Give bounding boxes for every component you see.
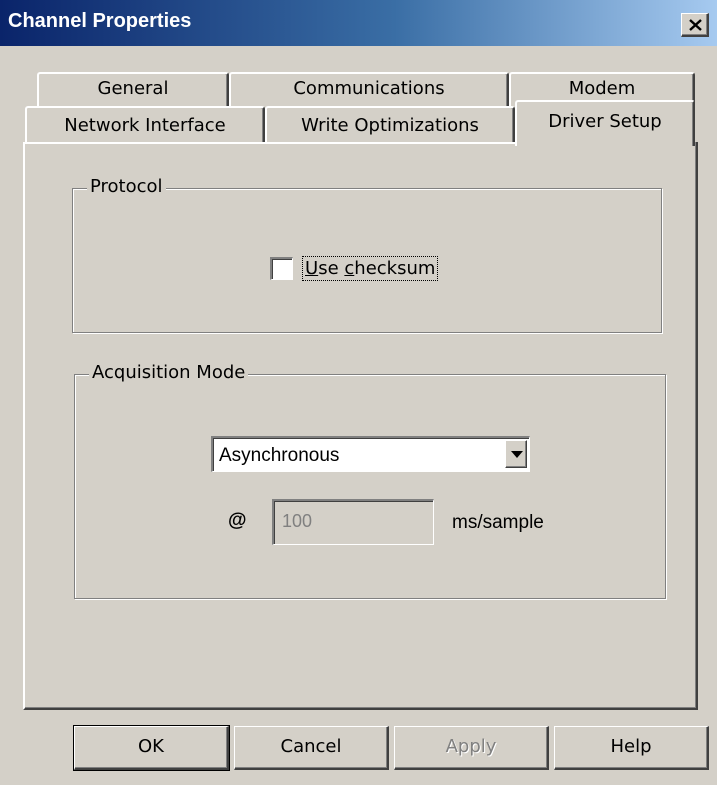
apply-button[interactable]: Apply [394, 726, 549, 770]
sample-rate-value: 100 [282, 511, 313, 531]
title-bar: Channel Properties [0, 0, 717, 46]
tab-label: Modem [568, 78, 636, 99]
help-button-label: Help [610, 736, 652, 757]
window-title: Channel Properties [8, 10, 192, 32]
acquisition-mode-group-label: Acquisition Mode [89, 362, 249, 383]
sample-rate-input[interactable]: 100 [272, 499, 434, 545]
tab-label: Driver Setup [548, 111, 662, 132]
tab-driver-setup[interactable]: Driver Setup [515, 100, 695, 146]
chevron-down-icon [511, 451, 523, 458]
use-checksum-checkbox[interactable] [270, 257, 293, 280]
tab-write-optimizations[interactable]: Write Optimizations [265, 106, 515, 144]
acquisition-mode-group: Acquisition Mode [74, 362, 666, 599]
acquisition-mode-value: Asynchronous [219, 445, 340, 466]
close-icon [689, 19, 702, 31]
dropdown-button[interactable] [505, 440, 527, 468]
tab-label: Communications [293, 78, 445, 99]
tab-communications[interactable]: Communications [229, 72, 509, 106]
tab-network-interface[interactable]: Network Interface [25, 106, 265, 144]
protocol-group-label: Protocol [87, 176, 166, 197]
help-button[interactable]: Help [554, 726, 709, 770]
tab-label: Network Interface [64, 115, 226, 136]
use-checksum-label[interactable]: Use checksum [302, 256, 439, 281]
at-symbol: @ [228, 510, 247, 531]
cancel-button-label: Cancel [280, 736, 342, 757]
close-button[interactable] [681, 13, 709, 37]
rate-unit-label: ms/sample [452, 512, 544, 533]
apply-button-label: Apply [445, 736, 497, 757]
ok-button[interactable]: OK [73, 725, 230, 771]
tab-label: General [97, 78, 169, 99]
tab-label: Write Optimizations [301, 115, 479, 136]
ok-button-label: OK [138, 736, 164, 757]
tab-general[interactable]: General [37, 72, 229, 106]
cancel-button[interactable]: Cancel [234, 726, 389, 770]
acquisition-mode-select[interactable]: Asynchronous [211, 436, 530, 472]
tab-divider [25, 142, 515, 144]
